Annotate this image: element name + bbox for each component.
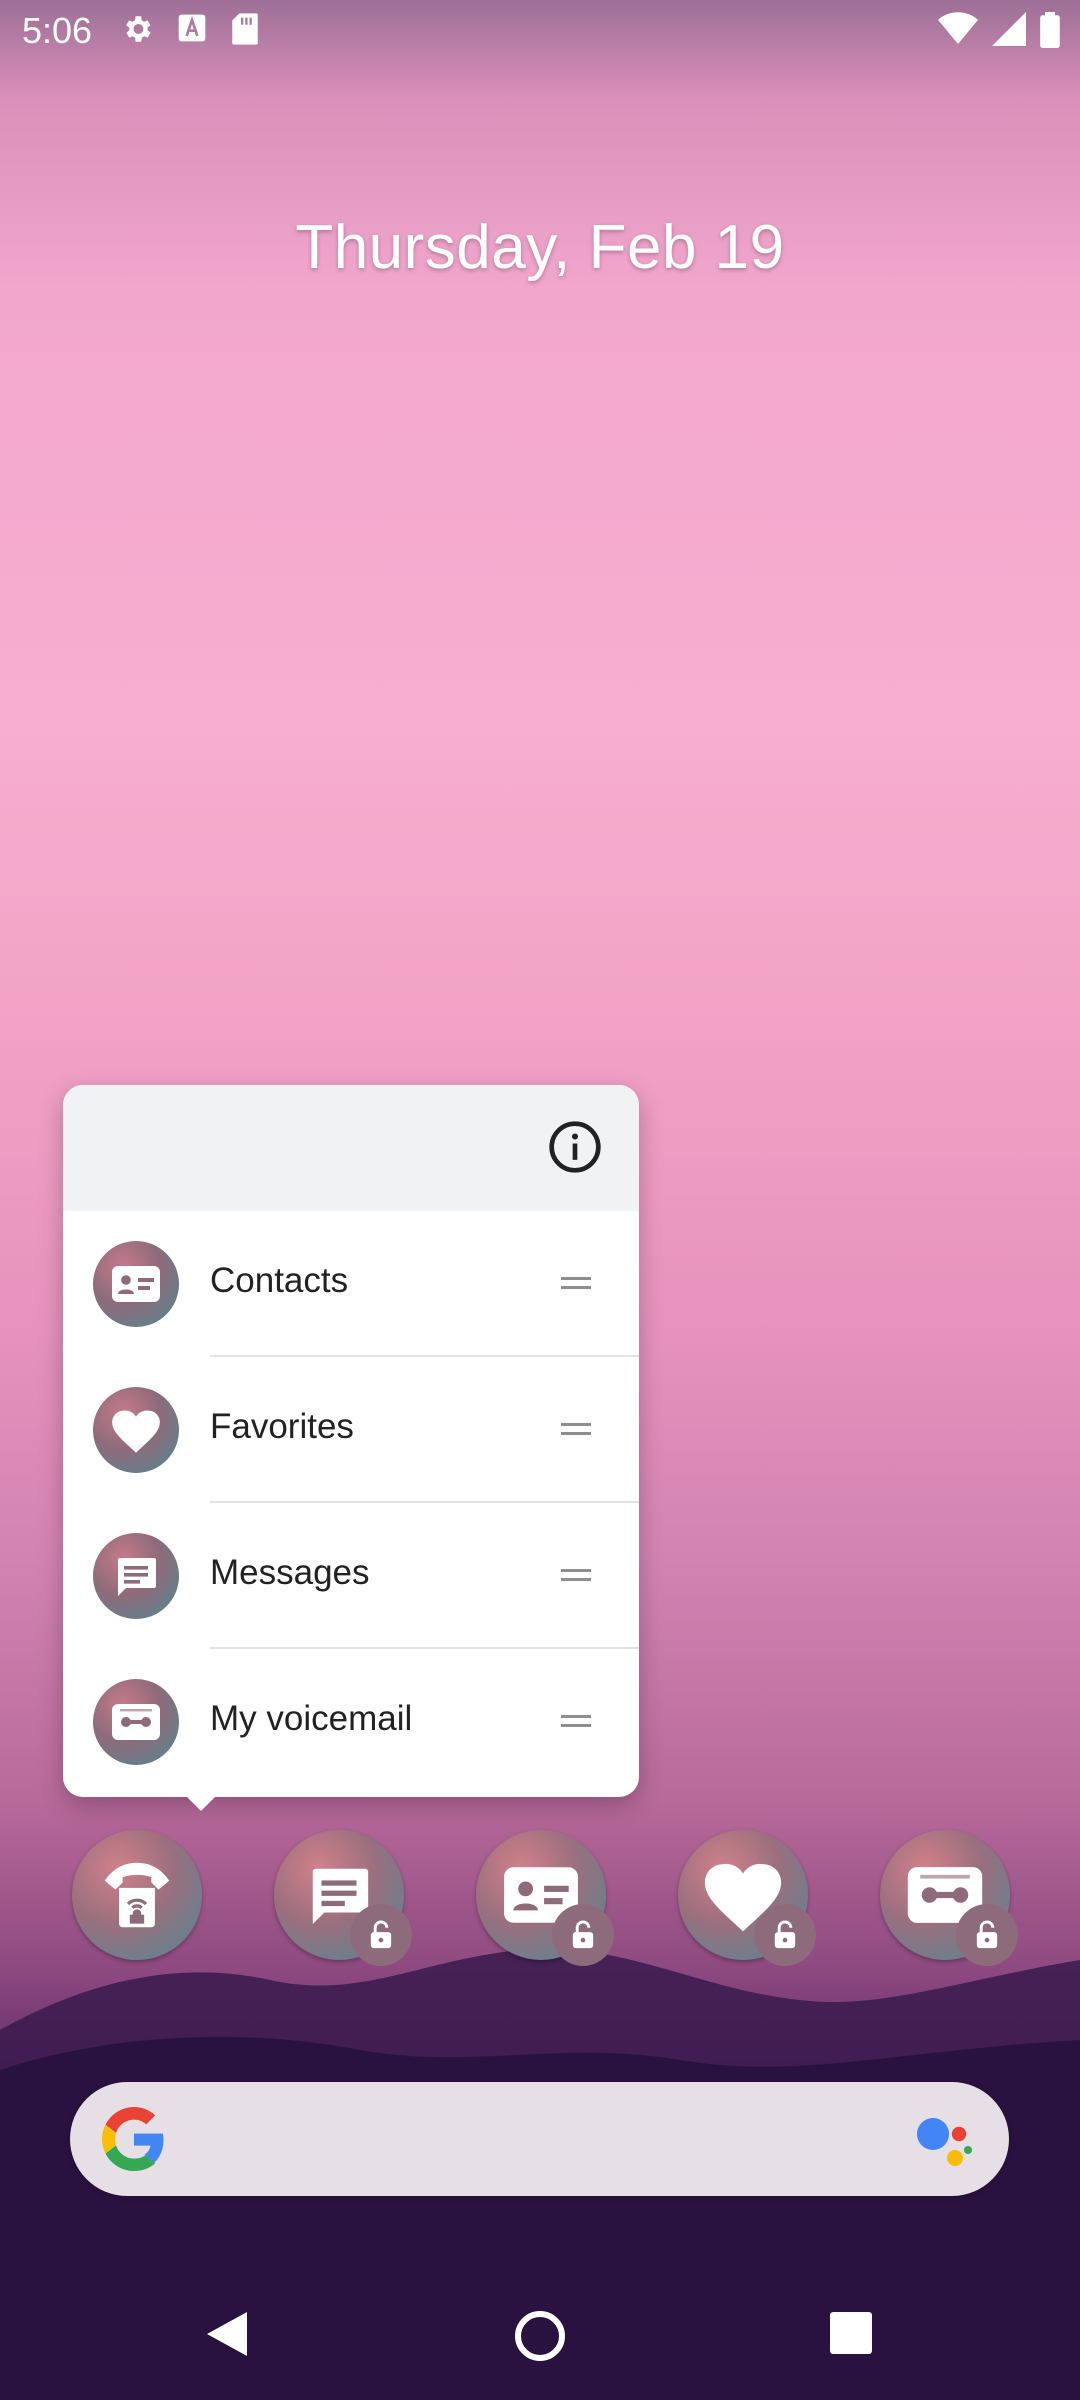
settings-icon xyxy=(126,16,151,42)
popup-item-label: Contacts xyxy=(210,1261,349,1300)
work-lock-badge-icon xyxy=(350,1904,412,1966)
contacts-card-icon xyxy=(93,1241,179,1327)
battery-icon xyxy=(1040,12,1060,48)
contacts-shortcut[interactable] xyxy=(476,1830,614,1966)
popup-item-favorites[interactable]: Favorites xyxy=(63,1357,639,1503)
work-lock-badge-icon xyxy=(754,1904,816,1966)
home-icon[interactable] xyxy=(514,2310,566,2362)
drag-handle-icon[interactable] xyxy=(561,1569,591,1581)
favorites-shortcut[interactable] xyxy=(678,1830,816,1966)
drag-handle-icon[interactable] xyxy=(561,1715,591,1727)
messages-shortcut[interactable] xyxy=(274,1830,412,1966)
voicemail-icon xyxy=(93,1679,179,1765)
phone-app[interactable] xyxy=(72,1830,202,1960)
popup-header xyxy=(63,1085,639,1211)
google-g-icon xyxy=(102,2107,164,2171)
popup-item-my-voicemail[interactable]: My voicemail xyxy=(63,1649,639,1795)
work-lock-badge-icon xyxy=(956,1904,1018,1966)
google-search-bar[interactable] xyxy=(70,2082,1009,2196)
drag-handle-icon[interactable] xyxy=(561,1423,591,1435)
info-icon[interactable] xyxy=(547,1119,603,1175)
popup-item-messages[interactable]: Messages xyxy=(63,1503,639,1649)
signal-icon xyxy=(992,12,1026,46)
sd-card-icon xyxy=(232,13,258,45)
shortcut-popup-menu: Contacts Favorites Messages My voicemail xyxy=(63,1085,639,1811)
text-a-icon xyxy=(178,14,206,42)
phone-lock-icon xyxy=(104,1862,170,1928)
heart-icon xyxy=(93,1387,179,1473)
popup-item-label: My voicemail xyxy=(210,1699,413,1738)
lockscreen-date: Thursday, Feb 19 xyxy=(295,213,785,282)
work-lock-badge-icon xyxy=(552,1904,614,1966)
status-time: 5:06 xyxy=(22,10,93,51)
recents-icon[interactable] xyxy=(830,2312,872,2354)
navigation-bar xyxy=(0,2280,1080,2400)
dock xyxy=(0,1830,1080,1966)
back-icon[interactable] xyxy=(205,2310,249,2358)
popup-item-label: Messages xyxy=(210,1553,370,1592)
assistant-icon[interactable] xyxy=(913,2112,973,2168)
message-icon xyxy=(93,1533,179,1619)
wifi-icon xyxy=(938,12,978,45)
drag-handle-icon[interactable] xyxy=(561,1277,591,1289)
popup-pointer xyxy=(187,1797,215,1811)
voicemail-shortcut[interactable] xyxy=(880,1830,1018,1966)
popup-item-label: Favorites xyxy=(210,1407,354,1446)
status-bar: 5:06 xyxy=(0,0,1080,64)
popup-item-contacts[interactable]: Contacts xyxy=(63,1211,639,1357)
